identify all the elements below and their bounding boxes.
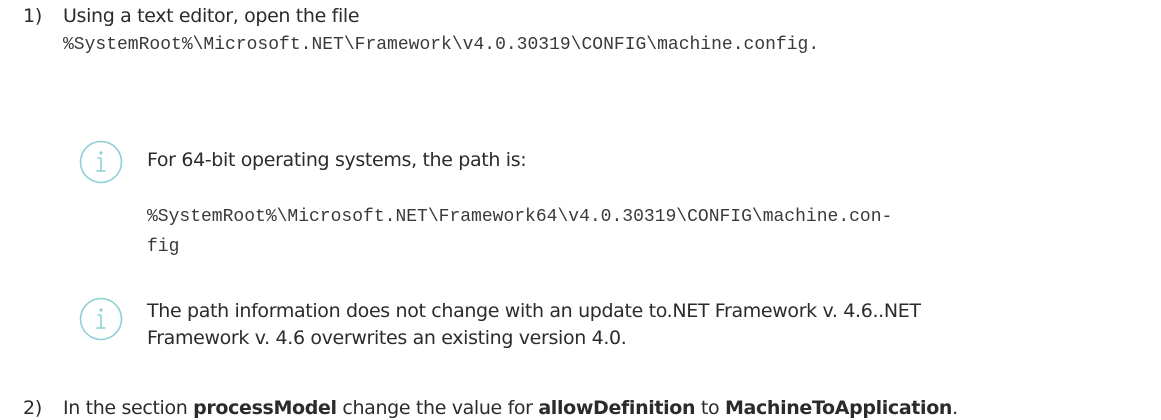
step-2-number: 2) xyxy=(23,397,43,419)
step-1-number: 1) xyxy=(23,5,43,27)
info-icon xyxy=(79,140,123,184)
step-1-text: Using a text editor, open the file xyxy=(63,5,360,27)
note-1-path-line-1: %SystemRoot%\Microsoft.NET\Framework64\v… xyxy=(147,207,893,227)
note-2-line-2: Framework v. 4.6 overwrites an existing … xyxy=(147,327,627,349)
info-icon xyxy=(79,297,123,341)
allow-definition-keyword: allowDefinition xyxy=(538,397,696,419)
step-2-text-part: change the value for xyxy=(336,397,539,419)
note-2-line-1: The path information does not change wit… xyxy=(147,300,921,322)
machine-to-application-keyword: MachineToApplication xyxy=(724,397,953,419)
note-1-path-line-2: fig xyxy=(147,237,180,257)
note-1-text: For 64-bit operating systems, the path i… xyxy=(147,149,527,171)
step-2-text-part: . xyxy=(952,397,958,419)
step-2-text-part: to xyxy=(695,397,725,419)
process-model-keyword: processModel xyxy=(193,397,337,419)
step-1-path: %SystemRoot%\Microsoft.NET\Framework\v4.… xyxy=(63,35,820,55)
step-2-text-part: In the section xyxy=(63,397,194,419)
step-2-text: In the section processModel change the v… xyxy=(63,397,958,419)
